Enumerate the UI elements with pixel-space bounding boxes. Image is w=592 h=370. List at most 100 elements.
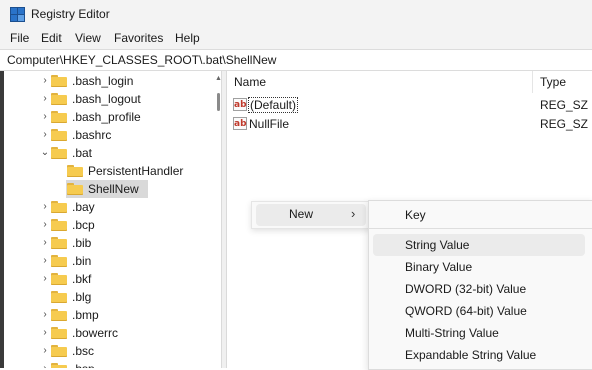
tree-item-label[interactable]: .bsc [72, 344, 94, 358]
value-name[interactable]: (Default) [247, 97, 299, 113]
tree-item-label[interactable]: ShellNew [88, 182, 139, 196]
registry-editor-icon [10, 7, 25, 22]
tree-item[interactable]: › .bkf [4, 270, 204, 288]
tree-item[interactable]: › .bashrc [4, 126, 204, 144]
folder-icon [51, 201, 67, 213]
tree-item-label[interactable]: .bat [72, 146, 92, 160]
column-header-type[interactable]: Type [540, 75, 566, 89]
chevron-right-icon[interactable]: › [40, 93, 50, 105]
value-row[interactable]: ab (Default) REG_SZ [227, 96, 592, 114]
submenu-item-label: QWORD (64-bit) Value [405, 304, 527, 318]
value-type: REG_SZ [540, 117, 589, 131]
submenu-item-dword-value[interactable]: DWORD (32-bit) Value [373, 278, 585, 300]
context-menu: New › [251, 201, 371, 229]
menu-edit[interactable]: Edit [40, 31, 63, 45]
tree-item[interactable]: › .bmp [4, 306, 204, 324]
title-bar: Registry Editor [0, 0, 592, 28]
context-menu-new[interactable]: New [289, 207, 313, 221]
tree-item-label[interactable]: .bash_login [72, 74, 133, 88]
tree-item[interactable]: › .bowerrc [4, 324, 204, 342]
tree-item-label[interactable]: .bowerrc [72, 326, 118, 340]
tree-item[interactable]: › .bay [4, 198, 204, 216]
submenu-item-key[interactable]: Key [373, 204, 585, 226]
value-name[interactable]: NullFile [249, 117, 289, 131]
tree-item-label[interactable]: .bmp [72, 308, 99, 322]
tree-item-label[interactable]: PersistentHandler [88, 164, 183, 178]
address-path[interactable]: Computer\HKEY_CLASSES_ROOT\.bat\ShellNew [7, 53, 276, 67]
chevron-down-icon[interactable]: ⌄ [40, 147, 50, 159]
submenu-item-qword-value[interactable]: QWORD (64-bit) Value [373, 300, 585, 322]
submenu-item-string-value[interactable]: String Value [373, 234, 585, 256]
folder-icon [51, 345, 67, 357]
chevron-right-icon[interactable]: › [40, 129, 50, 141]
folder-icon [51, 327, 67, 339]
scrollbar-thumb[interactable] [217, 93, 220, 111]
submenu-item-label: DWORD (32-bit) Value [405, 282, 527, 296]
menu-help[interactable]: Help [174, 31, 201, 45]
tree-item-label[interactable]: .bsp [72, 362, 95, 368]
chevron-right-icon[interactable]: › [40, 363, 50, 368]
submenu-item-label: Expandable String Value [405, 348, 537, 362]
tree-item[interactable]: ⌄ .bat [4, 144, 204, 162]
tree-item-label[interactable]: .bkf [72, 272, 91, 286]
tree-item[interactable]: .blg [4, 288, 204, 306]
tree-item[interactable]: › .bin [4, 252, 204, 270]
tree-item[interactable]: › .bsp [4, 360, 204, 368]
folder-icon [51, 219, 67, 231]
tree-item-label[interactable]: .bashrc [72, 128, 111, 142]
value-row[interactable]: ab NullFile REG_SZ [227, 115, 592, 133]
chevron-right-icon[interactable]: › [40, 201, 50, 213]
chevron-right-icon[interactable]: › [40, 345, 50, 357]
tree-item[interactable]: ShellNew [4, 180, 204, 198]
submenu-item-multi-string-value[interactable]: Multi-String Value [373, 322, 585, 344]
folder-icon [67, 183, 83, 195]
tree-scrollbar[interactable]: ▲ [212, 71, 221, 368]
submenu-item-label: Key [405, 208, 426, 222]
column-header-name[interactable]: Name [234, 75, 266, 89]
tree-item-label[interactable]: .bin [72, 254, 91, 268]
address-bar[interactable]: Computer\HKEY_CLASSES_ROOT\.bat\ShellNew [0, 49, 592, 71]
folder-icon [51, 273, 67, 285]
tree-item[interactable]: › .bsc [4, 342, 204, 360]
chevron-right-icon[interactable]: › [40, 309, 50, 321]
tree-item[interactable]: PersistentHandler [4, 162, 204, 180]
folder-icon [51, 111, 67, 123]
chevron-right-icon[interactable]: › [40, 273, 50, 285]
tree-item-label[interactable]: .bay [72, 200, 95, 214]
chevron-right-icon[interactable]: › [40, 75, 50, 87]
submenu-separator [369, 228, 592, 229]
tree-item-label[interactable]: .bash_profile [72, 110, 141, 124]
tree-item[interactable]: › .bash_logout [4, 90, 204, 108]
menu-favorites[interactable]: Favorites [113, 31, 164, 45]
tree-item-label[interactable]: .blg [72, 290, 91, 304]
folder-icon [51, 309, 67, 321]
tree-item-label[interactable]: .bcp [72, 218, 95, 232]
chevron-right-icon[interactable]: › [40, 219, 50, 231]
folder-icon [51, 363, 67, 368]
tree-item-label[interactable]: .bash_logout [72, 92, 141, 106]
submenu-item-label: String Value [405, 238, 470, 252]
folder-icon [51, 147, 67, 159]
submenu-item-binary-value[interactable]: Binary Value [373, 256, 585, 278]
tree-item[interactable]: › .bash_profile [4, 108, 204, 126]
chevron-right-icon[interactable]: › [40, 255, 50, 267]
menu-view[interactable]: View [74, 31, 102, 45]
folder-icon [51, 291, 67, 303]
string-value-icon: ab [233, 117, 247, 130]
folder-icon [51, 75, 67, 87]
menu-bar: File Edit View Favorites Help [0, 28, 592, 49]
tree-item[interactable]: › .bib [4, 234, 204, 252]
chevron-right-icon[interactable]: › [40, 327, 50, 339]
tree-item-label[interactable]: .bib [72, 236, 91, 250]
window-title: Registry Editor [31, 7, 110, 21]
key-tree[interactable]: ▲ › .bash_login › .bash_logout › .bash_profil… [4, 71, 221, 368]
submenu-item-expandable-string-value[interactable]: Expandable String Value [373, 344, 585, 366]
tree-item[interactable]: › .bash_login [4, 72, 204, 90]
menu-file[interactable]: File [9, 31, 30, 45]
tree-item[interactable]: › .bcp [4, 216, 204, 234]
chevron-right-icon: › [351, 206, 356, 221]
column-divider[interactable] [532, 71, 533, 93]
chevron-right-icon[interactable]: › [40, 237, 50, 249]
chevron-right-icon[interactable]: › [40, 111, 50, 123]
value-type: REG_SZ [540, 98, 589, 112]
